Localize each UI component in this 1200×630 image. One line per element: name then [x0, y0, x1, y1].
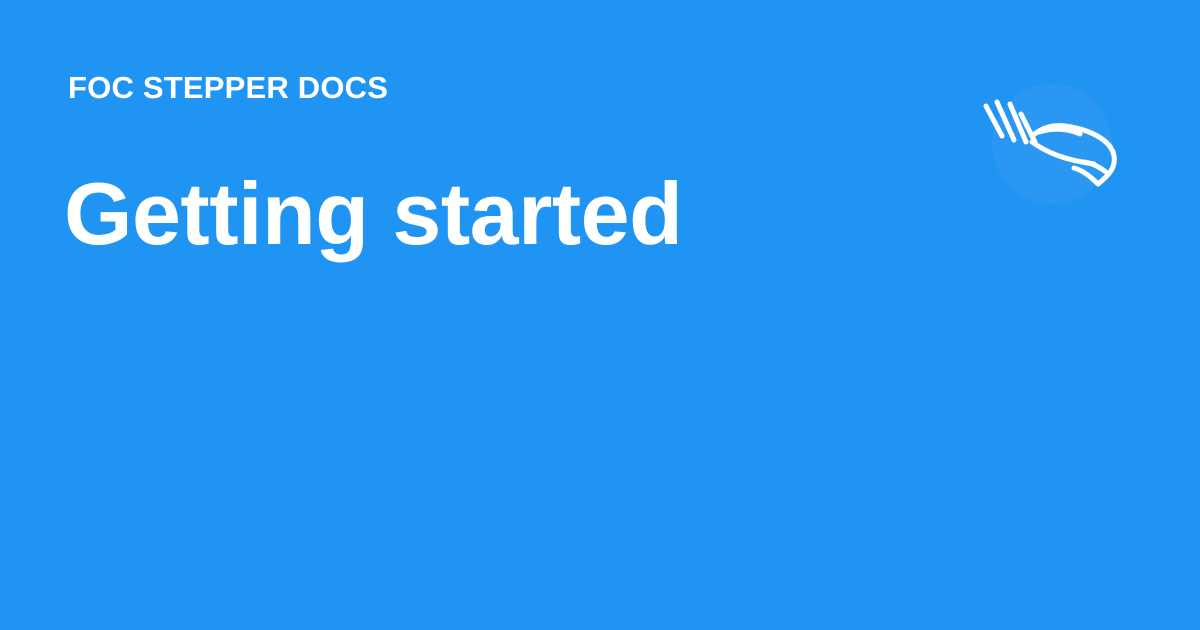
site-name: FOC STEPPER DOCS: [68, 70, 389, 105]
hand-icon: [983, 84, 1117, 204]
page-title: Getting started: [64, 164, 683, 263]
social-card: FOC STEPPER DOCS Getting started: [0, 0, 1200, 630]
